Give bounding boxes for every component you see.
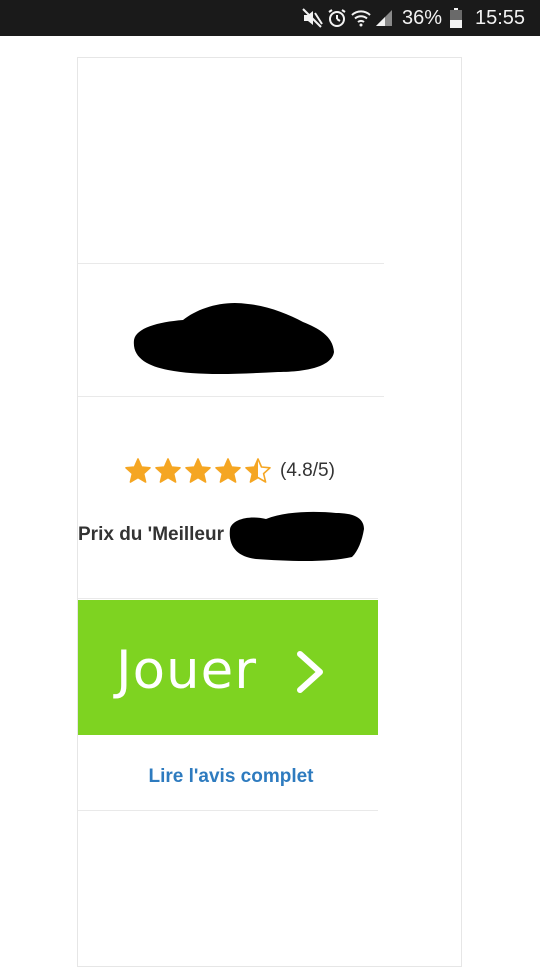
signal-icon xyxy=(373,0,395,36)
star-half-icon xyxy=(245,458,271,483)
divider xyxy=(78,396,384,397)
alarm-icon xyxy=(326,0,348,36)
star-full-icon xyxy=(215,458,241,483)
play-button[interactable]: Jouer xyxy=(78,600,378,735)
mute-icon xyxy=(300,0,324,36)
divider xyxy=(78,810,378,811)
clock: 15:55 xyxy=(474,6,526,29)
wifi-icon xyxy=(350,0,372,36)
redacted-brand-name xyxy=(133,302,334,374)
divider xyxy=(78,263,384,264)
battery-percent: 36% xyxy=(401,6,443,29)
star-rating xyxy=(124,457,274,485)
rating: (4.8/5) xyxy=(124,455,335,487)
chevron-right-icon xyxy=(297,651,323,693)
star-full-icon xyxy=(185,458,211,483)
read-full-review-link[interactable]: Lire l'avis complet xyxy=(78,766,384,788)
status-bar: 36% 15:55 xyxy=(0,0,540,36)
award-text: Prix du 'Meilleur xyxy=(78,524,224,545)
star-full-icon xyxy=(155,458,181,483)
battery-icon xyxy=(448,0,464,36)
redacted-award-name xyxy=(229,511,364,561)
divider xyxy=(78,598,378,599)
rating-score: (4.8/5) xyxy=(280,460,335,481)
star-full-icon xyxy=(125,458,151,483)
play-button-label: Jouer xyxy=(116,640,258,701)
logo-area xyxy=(78,58,384,263)
